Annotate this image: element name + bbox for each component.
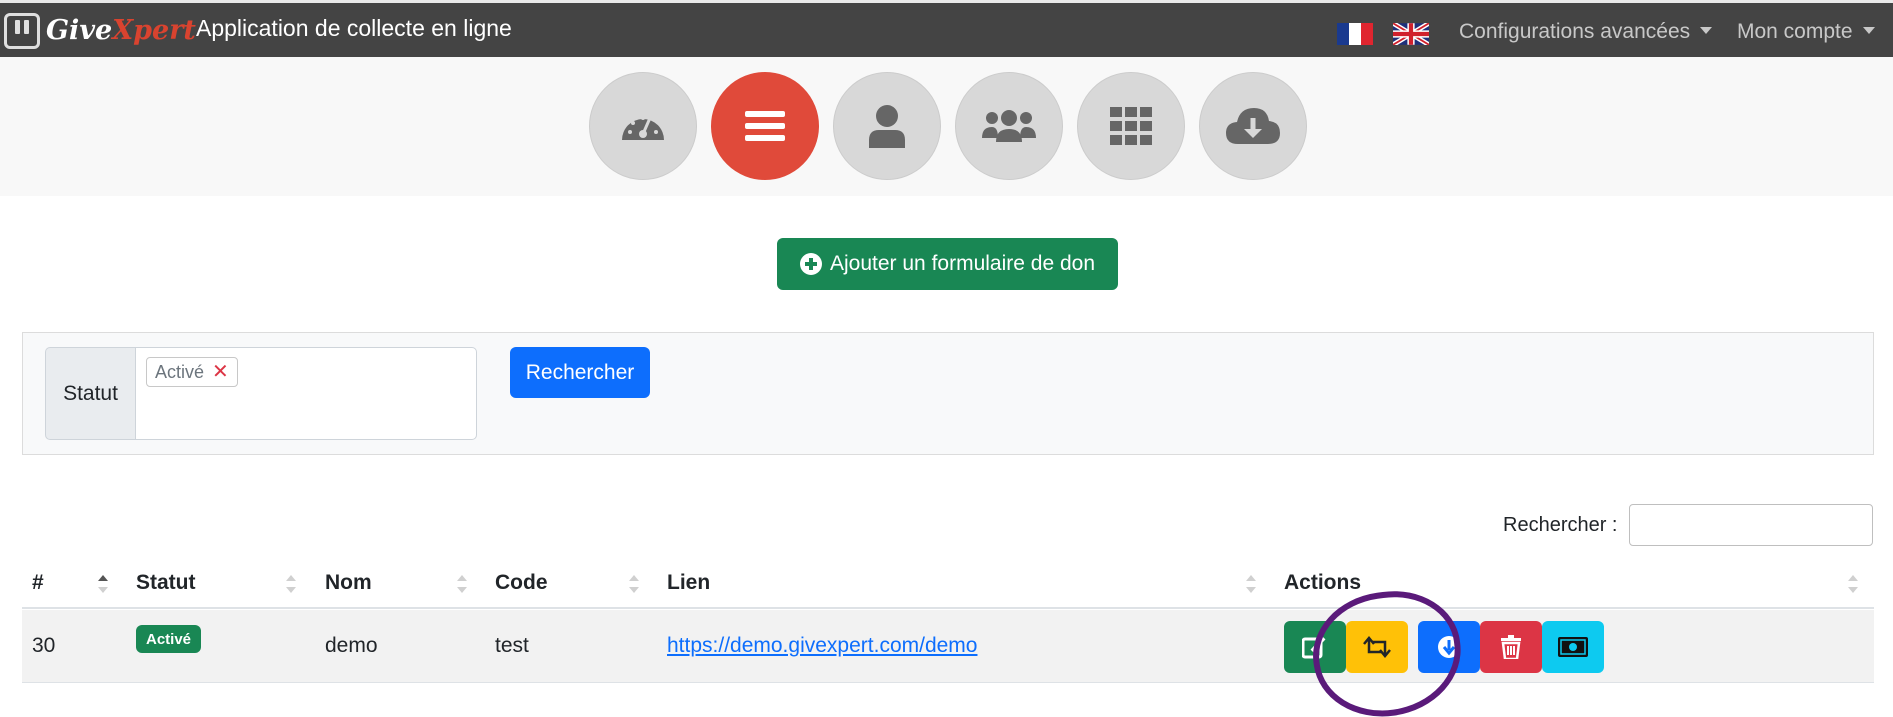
payment-button[interactable] xyxy=(1542,621,1604,673)
status-multiselect[interactable]: Activé ✕ xyxy=(135,347,477,440)
status-filter: Statut Activé ✕ xyxy=(45,347,477,440)
nav-users-group[interactable] xyxy=(955,72,1063,180)
table-search-input[interactable] xyxy=(1629,504,1873,546)
remove-tag-icon[interactable]: ✕ xyxy=(212,362,229,382)
brand-logo[interactable]: GiveXpert xyxy=(4,11,196,51)
nav-cloud-download[interactable] xyxy=(1199,72,1307,180)
nav-grid[interactable] xyxy=(1077,72,1185,180)
sort-icon xyxy=(629,573,639,595)
retweet-icon xyxy=(1363,636,1391,658)
brand-name: GiveXpert xyxy=(46,15,196,46)
duplicate-button[interactable] xyxy=(1346,621,1408,673)
nav-user[interactable] xyxy=(833,72,941,180)
money-bill-icon xyxy=(1558,637,1588,657)
column-header-code[interactable]: Code xyxy=(495,571,548,595)
table-search-label: Rechercher : xyxy=(1503,514,1618,536)
row-code: test xyxy=(495,634,529,657)
user-icon xyxy=(869,105,905,148)
caret-down-icon xyxy=(1862,26,1875,34)
status-tag: Activé ✕ xyxy=(146,357,238,387)
sort-asc-icon xyxy=(98,573,108,595)
row-id: 30 xyxy=(32,634,56,657)
delete-button[interactable] xyxy=(1480,621,1542,673)
users-group-icon xyxy=(982,110,1036,142)
nav-dashboard[interactable] xyxy=(589,72,697,180)
search-button[interactable]: Rechercher xyxy=(510,347,650,398)
sort-icon xyxy=(457,573,467,595)
column-header-link[interactable]: Lien xyxy=(667,571,710,595)
dashboard-gauge-icon xyxy=(622,116,664,140)
table-header: # Statut Nom Code Lien Actions xyxy=(22,561,1874,609)
column-header-name[interactable]: Nom xyxy=(325,571,372,595)
status-badge: Activé xyxy=(136,625,202,653)
edit-icon xyxy=(1302,636,1326,659)
download-button[interactable] xyxy=(1418,621,1480,673)
arrow-circle-down-icon xyxy=(1438,636,1460,658)
add-donation-form-button[interactable]: Ajouter un formulaire de don xyxy=(777,238,1118,290)
flag-fr-icon[interactable] xyxy=(1337,23,1373,45)
column-header-id[interactable]: # xyxy=(32,571,44,595)
top-navbar: GiveXpert Application de collecte en lig… xyxy=(0,0,1893,57)
edit-button[interactable] xyxy=(1284,621,1346,673)
sort-icon xyxy=(1246,573,1256,595)
status-filter-label: Statut xyxy=(45,347,135,440)
section-icon-bar xyxy=(0,57,1893,196)
filter-panel: Statut Activé ✕ Rechercher xyxy=(22,332,1874,455)
sort-icon xyxy=(1848,573,1858,595)
trash-icon xyxy=(1501,635,1521,659)
menu-list-icon xyxy=(745,111,785,141)
plus-circle-icon xyxy=(800,253,822,275)
sort-icon xyxy=(286,573,296,595)
row-name: demo xyxy=(325,634,378,657)
cloud-download-icon xyxy=(1226,108,1280,144)
app-title: Application de collecte en ligne xyxy=(196,15,512,41)
grid-icon xyxy=(1110,107,1152,145)
advanced-config-menu[interactable]: Configurations avancées xyxy=(1459,20,1713,44)
logo-icon xyxy=(4,13,40,49)
flag-uk-icon[interactable] xyxy=(1393,23,1429,45)
account-menu[interactable]: Mon compte xyxy=(1737,20,1875,44)
column-header-actions: Actions xyxy=(1284,571,1362,594)
table-row: 30 Activé demo test https://demo.givexpe… xyxy=(22,610,1874,683)
column-header-status[interactable]: Statut xyxy=(136,571,196,595)
caret-down-icon xyxy=(1700,26,1713,34)
row-link[interactable]: https://demo.givexpert.com/demo xyxy=(667,634,977,658)
nav-forms-list[interactable] xyxy=(711,72,819,180)
